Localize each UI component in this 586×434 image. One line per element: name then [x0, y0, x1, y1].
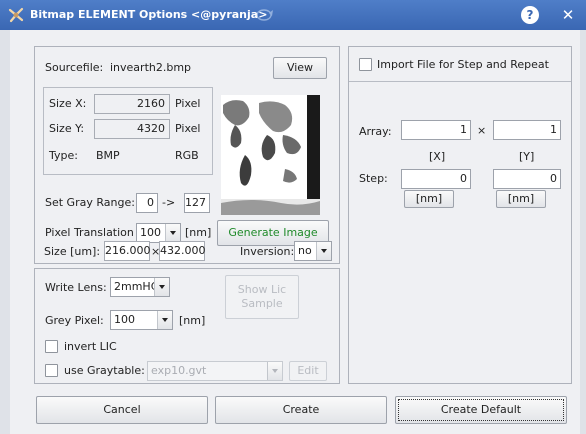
step-repeat-panel: Import File for Step and Repeat Array: 1… [348, 46, 572, 384]
gray-range-max-input[interactable]: 127 [184, 193, 210, 213]
dialog-body: Sourcefile: invearth2.bmp View Size X: 2… [10, 30, 580, 434]
show-lic-line2: Sample [241, 297, 283, 310]
graytable-value: exp10.gvt [151, 364, 207, 377]
title-bar: Bitmap ELEMENT Options <@pyranja> ? ✕ [0, 0, 586, 30]
array-y-input[interactable]: 1 [493, 120, 561, 140]
inversion-label: Inversion: [240, 245, 295, 258]
step-y-input[interactable]: 0 [493, 169, 561, 189]
write-lens-label: Write Lens: [45, 281, 107, 294]
grey-pixel-value: 100 [114, 313, 135, 326]
sourcefile-name: invearth2.bmp [110, 61, 192, 74]
show-lic-line1: Show Lic [237, 283, 287, 296]
size-y-unit: Pixel [175, 122, 201, 135]
divider [349, 81, 571, 82]
source-panel: Sourcefile: invearth2.bmp View Size X: 2… [34, 46, 340, 264]
chevron-down-icon [157, 311, 172, 329]
use-graytable-checkbox[interactable] [45, 364, 58, 377]
create-default-focus: Create Default [398, 399, 564, 421]
grey-pixel-unit: [nm] [179, 314, 206, 327]
type-label: Type: [49, 149, 78, 162]
import-file-label: Import File for Step and Repeat [377, 58, 549, 71]
grey-pixel-select[interactable]: 100 [110, 310, 173, 330]
pixel-translation-value: 100 [140, 226, 161, 239]
view-button[interactable]: View [273, 57, 327, 79]
pyranja-watermark-icon [256, 9, 273, 21]
size-y-value: 4320 [94, 119, 170, 139]
invert-lic-checkbox[interactable] [45, 340, 58, 353]
color-mode-value: RGB [175, 149, 199, 162]
bitmap-preview-image [221, 95, 320, 215]
chevron-down-icon [316, 242, 331, 260]
write-lens-value: 2mmHC [114, 280, 159, 293]
pixel-translation-label: Pixel Translation [45, 226, 134, 239]
sourcefile-label: Sourcefile: [45, 61, 104, 74]
chevron-down-icon [154, 278, 169, 296]
gray-range-arrow: -> [162, 196, 176, 209]
inversion-select[interactable]: no [294, 241, 332, 261]
write-lens-select[interactable]: 2mmHC [110, 277, 170, 297]
grey-pixel-label: Grey Pixel: [45, 314, 104, 327]
size-y-label: Size Y: [49, 122, 85, 135]
show-lic-sample-button[interactable]: Show Lic Sample [225, 275, 299, 319]
window-title: Bitmap ELEMENT Options <@pyranja> [30, 8, 268, 21]
size-x-value: 2160 [94, 94, 170, 114]
pixel-translation-unit: [nm] [185, 226, 212, 239]
array-x-input[interactable]: 1 [401, 120, 471, 140]
create-button[interactable]: Create [215, 396, 387, 424]
close-button[interactable]: ✕ [558, 5, 578, 25]
invert-lic-label: invert LIC [64, 340, 117, 353]
array-y-axis-label: [Y] [519, 150, 535, 163]
chevron-down-icon [165, 224, 180, 242]
edit-graytable-button[interactable]: Edit [289, 361, 327, 381]
array-times: × [477, 124, 487, 137]
step-x-unit-button[interactable]: [nm] [404, 190, 454, 208]
step-label: Step: [359, 172, 388, 185]
size-um-y-value: 432.000 [159, 241, 206, 261]
pixel-translation-select[interactable]: 100 [136, 223, 181, 243]
chevron-down-icon [267, 362, 282, 380]
gray-range-label: Set Gray Range: [45, 196, 135, 209]
size-um-x-value: 216.000 [104, 241, 151, 261]
size-um-label: Size [um]: [44, 245, 101, 258]
create-default-button[interactable]: Create Default [395, 396, 567, 424]
array-label: Array: [359, 125, 392, 138]
pyranja-app-icon [8, 7, 24, 23]
size-x-label: Size X: [49, 97, 87, 110]
array-x-axis-label: [X] [429, 150, 446, 163]
size-x-unit: Pixel [175, 97, 201, 110]
graytable-select[interactable]: exp10.gvt [147, 361, 283, 381]
gray-range-min-input[interactable]: 0 [136, 193, 158, 213]
inversion-value: no [298, 244, 312, 257]
use-graytable-label: use Graytable: [64, 364, 145, 377]
bitmap-info-box: Size X: 2160 Pixel Size Y: 4320 Pixel Ty… [43, 87, 213, 175]
cancel-button[interactable]: Cancel [36, 396, 208, 424]
step-x-input[interactable]: 0 [401, 169, 471, 189]
help-button[interactable]: ? [521, 6, 539, 24]
step-y-unit-button[interactable]: [nm] [496, 190, 546, 208]
lens-panel: Write Lens: 2mmHC Show Lic Sample Grey P… [34, 268, 340, 384]
import-file-checkbox[interactable] [359, 58, 372, 71]
type-value: BMP [96, 149, 120, 162]
